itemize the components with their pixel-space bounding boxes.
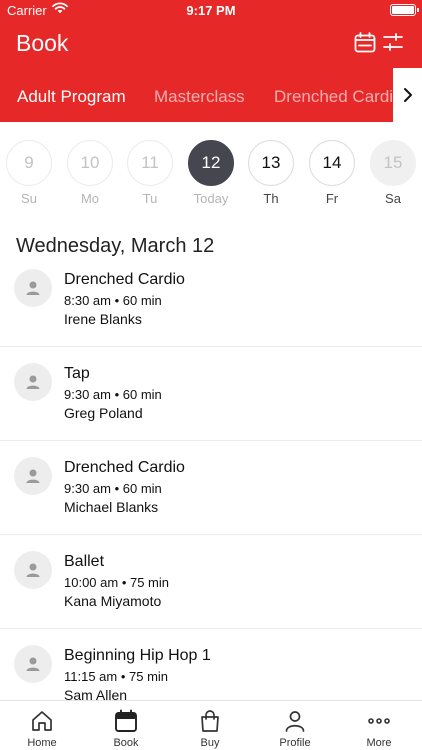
class-name: Ballet: [64, 553, 105, 570]
day-tuesday[interactable]: 11 Tu: [127, 140, 173, 206]
class-row[interactable]: Drenched Cardio 8:30 am • 60 min Irene B…: [0, 253, 422, 347]
battery-icon: [390, 4, 419, 16]
day-saturday[interactable]: 15 Sa: [370, 140, 416, 206]
tabbar-label: Profile: [279, 737, 311, 749]
tabbar-home[interactable]: Home: [0, 701, 84, 750]
page-title: Book: [16, 30, 69, 56]
class-teacher: Sam Allen: [64, 687, 128, 700]
day-label: Tu: [142, 191, 158, 206]
day-monday[interactable]: 10 Mo: [67, 140, 113, 206]
class-list: Drenched Cardio 8:30 am • 60 min Irene B…: [0, 253, 422, 700]
tabbar-book[interactable]: Book: [84, 701, 168, 750]
day-number: 10: [67, 140, 113, 186]
tab-adult-program[interactable]: Adult Program: [17, 87, 126, 107]
avatar: [14, 269, 52, 307]
tabbar-buy[interactable]: Buy: [168, 701, 252, 750]
day-friday[interactable]: 14 Fr: [309, 140, 355, 206]
tab-masterclass[interactable]: Masterclass: [154, 87, 245, 107]
tab-drenched-cardio[interactable]: Drenched Cardio: [274, 87, 393, 107]
person-icon: [285, 711, 305, 732]
bottom-tab-bar: Home Book Buy Profile More: [0, 700, 422, 750]
avatar: [14, 457, 52, 495]
day-today[interactable]: 12 Today: [188, 140, 234, 206]
person-placeholder-icon: [26, 469, 40, 483]
day-picker: 9 Su 10 Mo 11 Tu 12 Today 13 Th 14 Fr 15…: [0, 140, 422, 210]
day-thursday[interactable]: 13 Th: [248, 140, 294, 206]
person-placeholder-icon: [26, 375, 40, 389]
status-time: 9:17 PM: [186, 3, 236, 18]
day-number: 9: [6, 140, 52, 186]
calendar-icon: [115, 709, 137, 732]
calendar-icon[interactable]: [354, 32, 376, 53]
day-number: 13: [248, 140, 294, 186]
class-time: 9:30 am • 60 min: [64, 387, 162, 402]
person-placeholder-icon: [26, 563, 40, 577]
class-time: 10:00 am • 75 min: [64, 575, 169, 590]
more-dots-icon: [368, 718, 390, 724]
day-label: Sa: [385, 191, 401, 206]
tabbar-more[interactable]: More: [337, 701, 421, 750]
tabbar-profile[interactable]: Profile: [253, 701, 337, 750]
tabbar-label: Home: [27, 737, 57, 749]
class-time: 9:30 am • 60 min: [64, 481, 162, 496]
avatar: [14, 363, 52, 401]
class-name: Drenched Cardio: [64, 271, 185, 288]
day-number: 14: [309, 140, 355, 186]
avatar: [14, 551, 52, 589]
day-label: Fr: [325, 191, 339, 206]
home-icon: [32, 711, 52, 731]
day-number: 15: [370, 140, 416, 186]
tabbar-label: Buy: [200, 737, 220, 749]
class-name: Beginning Hip Hop 1: [64, 647, 211, 664]
class-teacher: Kana Miyamoto: [64, 593, 162, 609]
day-label: Su: [21, 191, 37, 206]
status-bar: Carrier 9:17 PM: [0, 0, 422, 20]
tabs-next-button[interactable]: [393, 68, 422, 122]
app-header: Carrier 9:17 PM Book Adult Program Maste…: [0, 0, 422, 122]
day-label: Mo: [80, 191, 100, 206]
class-row[interactable]: Ballet 10:00 am • 75 min Kana Miyamoto: [0, 535, 422, 629]
class-name: Tap: [64, 365, 90, 382]
class-teacher: Michael Blanks: [64, 499, 159, 515]
tabbar-label: More: [366, 737, 392, 749]
day-number: 12: [188, 140, 234, 186]
filter-sliders-icon[interactable]: [383, 32, 403, 52]
person-placeholder-icon: [26, 657, 40, 671]
tabbar-label: Book: [113, 737, 139, 749]
day-number: 11: [127, 140, 173, 186]
class-teacher: Greg Poland: [64, 405, 143, 421]
class-teacher: Irene Blanks: [64, 311, 142, 327]
day-label: Today: [193, 191, 229, 206]
class-row[interactable]: Beginning Hip Hop 1 11:15 am • 75 min Sa…: [0, 629, 422, 700]
person-placeholder-icon: [26, 281, 40, 295]
program-tabs: Adult Program Masterclass Drenched Cardi…: [0, 68, 393, 122]
shopping-bag-icon: [201, 710, 219, 732]
class-row[interactable]: Tap 9:30 am • 60 min Greg Poland: [0, 347, 422, 441]
class-time: 11:15 am • 75 min: [64, 669, 169, 684]
class-row[interactable]: Drenched Cardio 9:30 am • 60 min Michael…: [0, 441, 422, 535]
day-sunday[interactable]: 9 Su: [6, 140, 52, 206]
avatar: [14, 645, 52, 683]
class-time: 8:30 am • 60 min: [64, 293, 162, 308]
chevron-right-icon: [403, 88, 412, 102]
day-label: Th: [263, 191, 279, 206]
class-name: Drenched Cardio: [64, 459, 185, 476]
